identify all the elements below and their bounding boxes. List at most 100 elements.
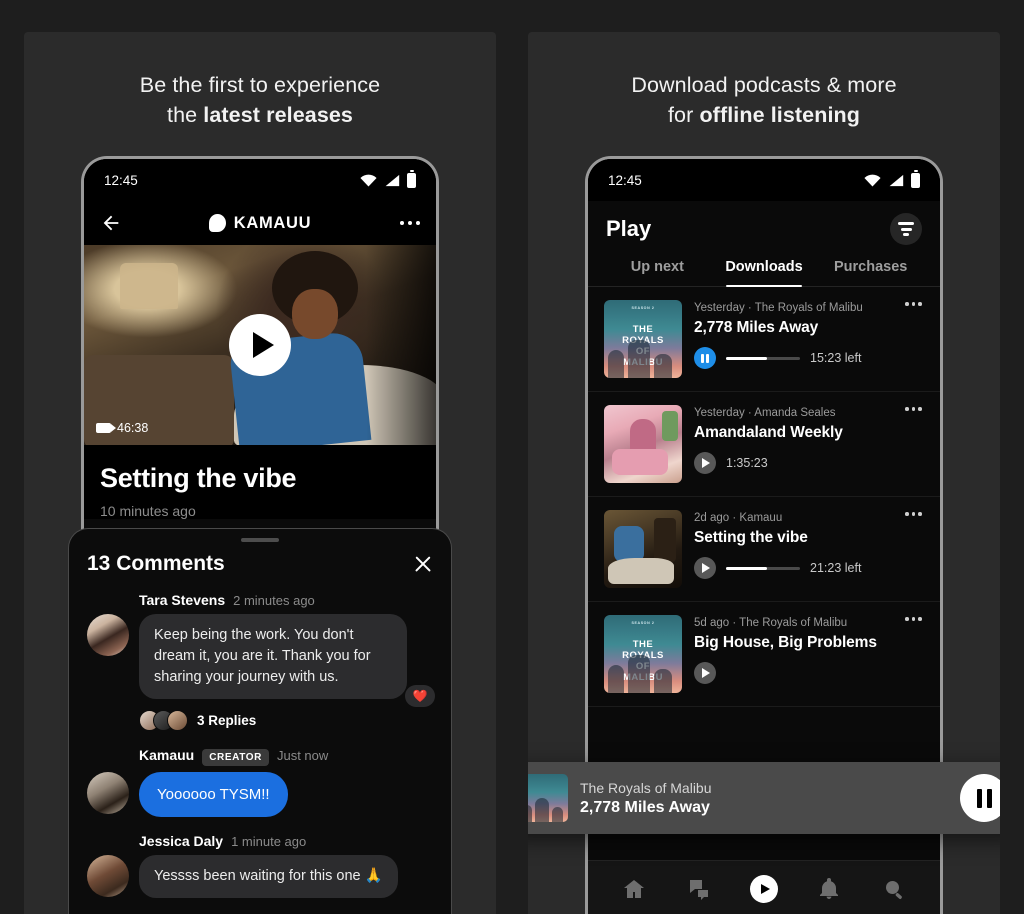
video-player[interactable]: 46:38 [84, 245, 436, 445]
more-options-icon[interactable] [905, 407, 922, 411]
left-promo-panel: Be the first to experience the latest re… [24, 32, 496, 914]
download-list-item[interactable]: SEASON 2 THEROYALSOFMALIBU 5d ago · The … [588, 602, 940, 707]
episode-title: Big House, Big Problems [694, 634, 877, 651]
comments-sheet: 13 Comments Tara Stevens 2 minutes ago K… [68, 528, 452, 914]
battery-icon [911, 169, 920, 188]
play-page-header: Play [588, 201, 940, 249]
comment-item: Jessica Daly 1 minute ago Yessss been wa… [87, 833, 433, 898]
pandora-p-logo-icon [208, 214, 226, 232]
mini-player[interactable]: The Royals of Malibu 2,778 Miles Away [528, 762, 1000, 834]
time-left: 15:23 left [810, 351, 862, 365]
mini-player-artwork [528, 774, 568, 822]
episode-meta: 2d ago · Kamauu [694, 512, 783, 524]
right-promo-line1: Download podcasts & more [631, 73, 897, 97]
more-options-icon[interactable] [905, 617, 922, 621]
comment-author: Kamauu [139, 747, 195, 763]
more-options-icon[interactable] [399, 220, 420, 226]
episode-title: Setting the vibe [694, 529, 808, 546]
more-options-icon[interactable] [905, 302, 922, 306]
mini-player-show: The Royals of Malibu [580, 779, 712, 796]
battery-icon [407, 169, 416, 188]
comment-text: Yessss been waiting for this one 🙏 [139, 855, 398, 898]
left-promo-line2: the latest releases [167, 103, 353, 127]
comment-text: Keep being the work. You don't dream it,… [139, 614, 407, 699]
filter-icon[interactable] [890, 213, 922, 245]
tab-up-next[interactable]: Up next [604, 259, 711, 286]
left-promo-heading: Be the first to experience the latest re… [24, 32, 496, 130]
video-meta: Setting the vibe 10 minutes ago [84, 445, 436, 519]
signal-icon [889, 174, 904, 186]
tab-downloads[interactable]: Downloads [711, 259, 818, 287]
video-posted-time: 10 minutes ago [100, 503, 196, 519]
video-duration-badge: 46:38 [96, 421, 148, 435]
episode-artwork [604, 405, 682, 483]
signal-icon [385, 174, 400, 186]
left-app-header: KAMAUU [84, 201, 436, 245]
play-icon [252, 332, 274, 358]
left-status-bar: 12:45 [84, 159, 436, 201]
bell-icon[interactable] [816, 876, 842, 902]
play-icon[interactable] [749, 874, 778, 903]
creator-badge: CREATOR [202, 749, 269, 766]
episode-meta: Yesterday · The Royals of Malibu [694, 302, 863, 314]
episode-meta: Yesterday · Amanda Seales [694, 407, 836, 419]
episode-artwork [604, 510, 682, 588]
avatar[interactable] [87, 772, 129, 814]
replies-label: 3 Replies [197, 713, 257, 728]
comment-item: Kamauu CREATOR Just now Yoooooo TYSM!! [87, 747, 433, 817]
back-arrow-icon[interactable] [100, 212, 122, 234]
comment-timestamp: 1 minute ago [231, 834, 307, 849]
comment-timestamp: 2 minutes ago [233, 593, 315, 608]
status-time: 12:45 [104, 172, 138, 188]
play-tabs: Up next Downloads Purchases [588, 249, 940, 287]
download-list-item[interactable]: 2d ago · Kamauu Setting the vibe 21:23 l… [588, 497, 940, 602]
wifi-icon [864, 174, 881, 187]
home-icon[interactable] [621, 876, 647, 902]
right-promo-panel: Download podcasts & more for offline lis… [528, 32, 1000, 914]
play-icon[interactable] [694, 452, 716, 474]
comment-timestamp: Just now [276, 748, 329, 763]
play-icon[interactable] [694, 557, 716, 579]
avatar[interactable] [87, 855, 129, 897]
comment-author: Tara Stevens [139, 592, 226, 608]
episode-title: 2,778 Miles Away [694, 319, 819, 336]
screenshot-stage: Be the first to experience the latest re… [0, 0, 1024, 914]
chat-bubbles-icon[interactable] [686, 876, 712, 902]
progress-bar[interactable] [726, 356, 800, 360]
tab-purchases[interactable]: Purchases [817, 259, 924, 286]
bottom-navigation [588, 860, 940, 914]
play-icon[interactable] [694, 662, 716, 684]
video-play-button[interactable] [229, 314, 291, 376]
search-icon[interactable] [881, 876, 907, 902]
download-list-item[interactable]: SEASON 2 THEROYALSOFMALIBU Yesterday · T… [588, 287, 940, 392]
comment-text: Yoooooo TYSM!! [139, 772, 288, 817]
comments-sheet-header: 13 Comments [87, 552, 433, 576]
episode-artwork: SEASON 2 THEROYALSOFMALIBU [604, 300, 682, 378]
reply-avatars [139, 710, 188, 731]
replies-row[interactable]: 3 Replies [139, 710, 433, 731]
status-time: 12:45 [608, 172, 642, 188]
avatar[interactable] [87, 614, 129, 656]
time-left: 21:23 left [810, 561, 862, 575]
episode-title: Amandaland Weekly [694, 424, 843, 441]
page-title: Play [606, 216, 652, 241]
wifi-icon [360, 174, 377, 187]
mini-player-episode: 2,778 Miles Away [580, 798, 710, 816]
reaction-heart-icon[interactable]: ❤️ [405, 685, 435, 707]
download-list-item[interactable]: Yesterday · Amanda Seales Amandaland Wee… [588, 392, 940, 497]
video-title: Setting the vibe [100, 463, 297, 493]
left-header-title: KAMAUU [233, 213, 312, 232]
video-camera-icon [96, 423, 116, 433]
time-left: 1:35:23 [726, 456, 768, 470]
more-options-icon[interactable] [905, 512, 922, 516]
comments-count-title: 13 Comments [87, 552, 225, 575]
right-promo-line2: for offline listening [667, 103, 861, 127]
right-promo-heading: Download podcasts & more for offline lis… [528, 32, 1000, 130]
right-status-bar: 12:45 [588, 159, 940, 201]
pause-icon[interactable] [694, 347, 716, 369]
sheet-drag-handle[interactable] [241, 538, 279, 542]
progress-bar[interactable] [726, 566, 800, 570]
pause-icon[interactable] [960, 774, 1000, 822]
episode-artwork: SEASON 2 THEROYALSOFMALIBU [604, 615, 682, 693]
close-icon[interactable] [413, 554, 433, 574]
